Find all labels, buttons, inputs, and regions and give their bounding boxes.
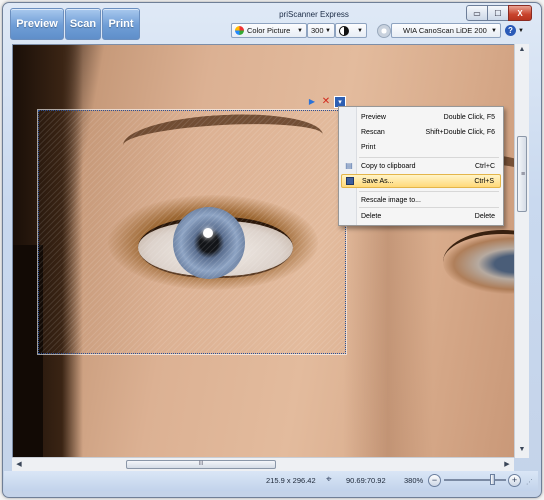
- help-dropdown[interactable]: ? ▼: [505, 23, 525, 38]
- menu-item-shortcut: Ctrl+S: [474, 177, 494, 185]
- clipboard-icon: ▤: [345, 161, 353, 170]
- menu-item-rescan[interactable]: Rescan Shift+Double Click, F6: [341, 125, 501, 139]
- close-button[interactable]: X: [508, 5, 532, 21]
- chevron-down-icon: ▼: [325, 27, 331, 34]
- menu-item-label: Rescale image to...: [361, 196, 421, 204]
- color-mode-dropdown[interactable]: Color Picture ▼: [231, 23, 307, 38]
- scanner-dropdown[interactable]: WIA CanoScan LiDE 200 ▼: [391, 23, 501, 38]
- menu-item-shortcut: Double Click, F5: [443, 113, 495, 121]
- vertical-scroll-thumb[interactable]: ≡: [517, 136, 527, 212]
- menu-item-shortcut: Ctrl+C: [474, 162, 495, 170]
- menu-item-label: Copy to clipboard: [361, 162, 416, 170]
- scroll-right-icon[interactable]: ▶: [500, 460, 514, 468]
- chevron-down-icon: ▼: [357, 27, 363, 34]
- color-mode-value: Color Picture: [247, 26, 291, 35]
- zoom-slider-handle[interactable]: [490, 474, 495, 485]
- menu-item-delete[interactable]: Delete Delete: [341, 209, 501, 223]
- vertical-scrollbar[interactable]: ▲ ≡ ▼: [514, 44, 529, 458]
- menu-separator: [359, 207, 499, 208]
- chevron-down-icon: ▼: [297, 27, 303, 34]
- horizontal-scroll-thumb[interactable]: III: [126, 460, 276, 469]
- selection-size-readout: 215.9 x 296.42: [266, 476, 316, 485]
- menu-item-label: Print: [361, 143, 376, 151]
- horizontal-scrollbar[interactable]: ◀ III ▶: [12, 457, 514, 471]
- help-icon: ?: [505, 25, 516, 36]
- zoom-out-button[interactable]: −: [428, 474, 441, 487]
- zoom-slider-track[interactable]: [444, 479, 506, 481]
- status-bar: 215.9 x 296.42 ⌖ 90.69:70.92 380% − + ⋰: [4, 471, 538, 491]
- scroll-up-icon[interactable]: ▲: [515, 46, 529, 53]
- menu-item-rescale[interactable]: Rescale image to...: [341, 193, 501, 207]
- menu-item-label: Rescan: [361, 128, 385, 136]
- resize-grip-icon[interactable]: ⋰: [526, 478, 533, 486]
- scan-button[interactable]: Scan: [65, 8, 101, 40]
- selection-rectangle[interactable]: [38, 110, 346, 354]
- floppy-disk-icon: [346, 177, 354, 185]
- menu-item-label: Delete: [361, 212, 382, 220]
- resolution-dropdown[interactable]: 300 ▼: [307, 23, 335, 38]
- close-icon[interactable]: ✕: [320, 96, 332, 108]
- menu-item-print[interactable]: Print: [341, 140, 501, 154]
- contrast-icon: [339, 25, 349, 36]
- menu-item-save-as[interactable]: Save As... Ctrl+S: [341, 174, 501, 188]
- scanner-settings-icon[interactable]: [377, 24, 391, 38]
- zoom-level: 380%: [404, 476, 424, 485]
- scroll-down-icon[interactable]: ▼: [515, 446, 529, 453]
- image-eye-right: [443, 230, 515, 294]
- menu-separator: [359, 157, 499, 158]
- image-nose-shade: [343, 225, 433, 457]
- cursor-position-readout: 90.69:70.92: [346, 476, 386, 485]
- context-menu: Preview Double Click, F5 Rescan Shift+Do…: [338, 106, 504, 226]
- menu-item-label: Save As...: [362, 177, 394, 185]
- chevron-down-icon: ▼: [491, 27, 497, 34]
- maximize-button[interactable]: ☐: [487, 5, 509, 21]
- menu-item-preview[interactable]: Preview Double Click, F5: [341, 110, 501, 124]
- window-title: priScanner Express: [279, 10, 349, 19]
- crosshair-icon: ⌖: [326, 474, 332, 485]
- menu-item-shortcut: Delete: [474, 212, 495, 220]
- preview-button[interactable]: Preview: [10, 8, 64, 40]
- scanner-value: WIA CanoScan LiDE 200: [403, 26, 487, 35]
- color-wheel-icon: [235, 26, 244, 35]
- print-button[interactable]: Print: [102, 8, 140, 40]
- grip-icon: ≡: [521, 171, 526, 178]
- menu-separator: [359, 191, 499, 192]
- chevron-down-icon: ▼: [518, 27, 524, 34]
- play-icon[interactable]: ▶: [306, 96, 318, 108]
- contrast-dropdown[interactable]: ▼: [335, 23, 367, 38]
- menu-item-shortcut: Shift+Double Click, F6: [425, 128, 495, 136]
- resolution-value: 300: [311, 26, 324, 35]
- zoom-in-button[interactable]: +: [508, 474, 521, 487]
- menu-item-copy[interactable]: ▤ Copy to clipboard Ctrl+C: [341, 159, 501, 173]
- scroll-left-icon[interactable]: ◀: [12, 460, 26, 468]
- minimize-button[interactable]: ▭: [466, 5, 488, 21]
- menu-item-label: Preview: [361, 113, 386, 121]
